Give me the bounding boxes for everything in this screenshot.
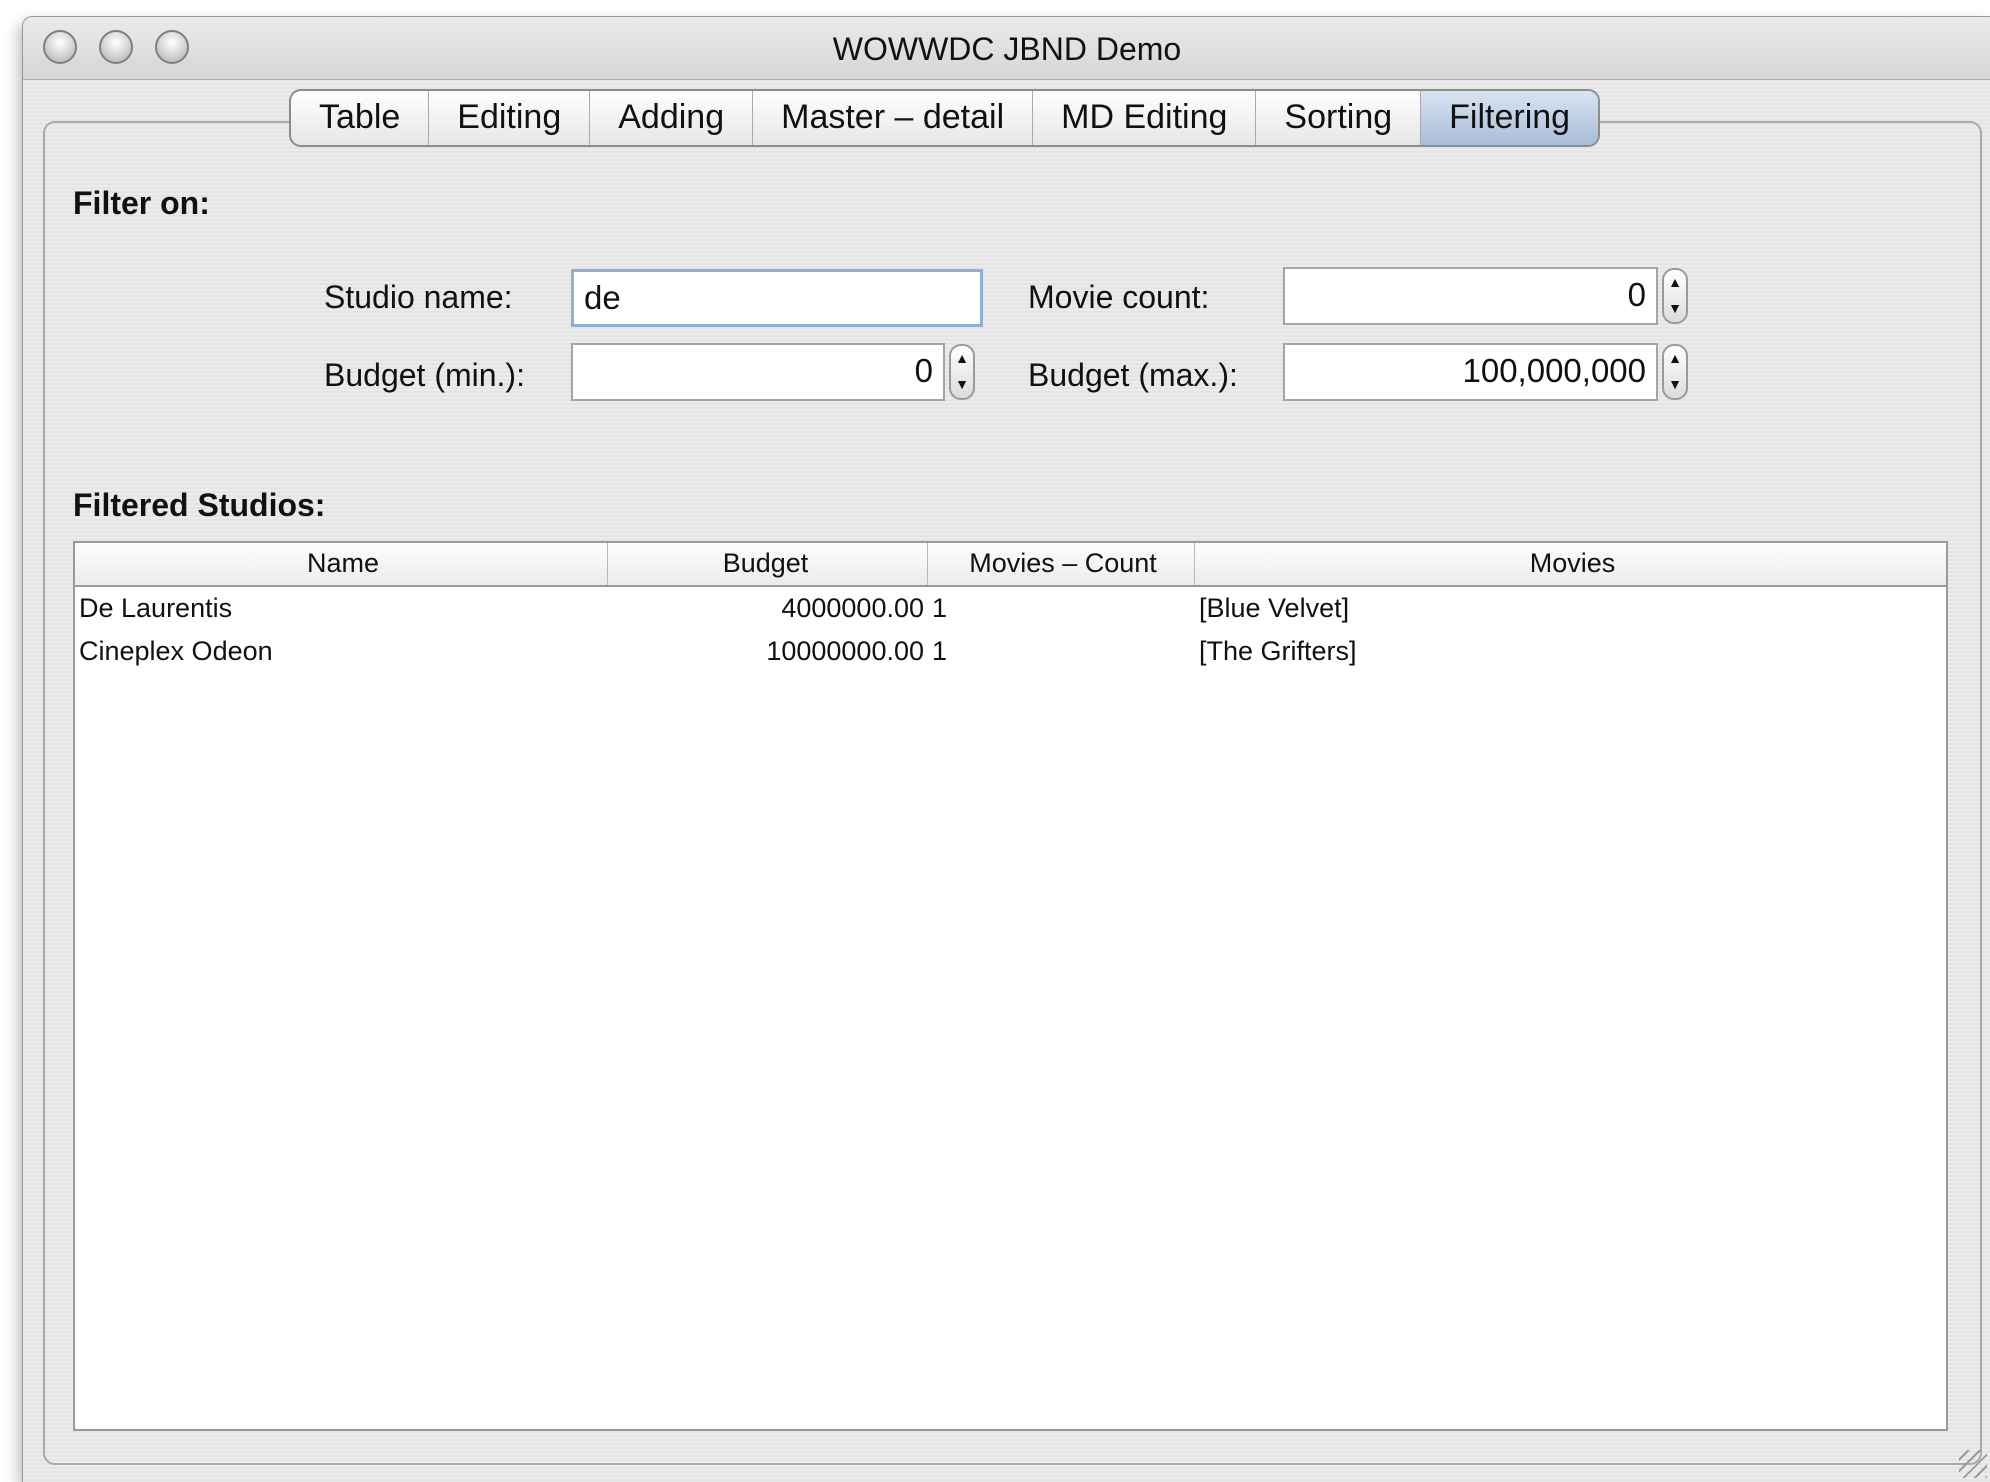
cell-movies: [The Grifters] (1199, 636, 1357, 666)
tab-editing[interactable]: Editing (429, 91, 591, 145)
tab-md-editing[interactable]: MD Editing (1033, 91, 1257, 145)
app-window: WOWWDC JBND Demo Table Editing Adding Ma… (22, 16, 1990, 1482)
tab-filtering[interactable]: Filtering (1421, 91, 1599, 145)
movie-count-label: Movie count: (1028, 279, 1210, 315)
budget-max-input[interactable]: 100,000,000 (1283, 343, 1658, 401)
table-header: Name Budget Movies – Count Movies (75, 543, 1946, 587)
column-header-movies[interactable]: Movies (1195, 543, 1946, 585)
tab-master-detail[interactable]: Master – detail (753, 91, 1034, 145)
tab-bar: Table Editing Adding Master – detail MD … (289, 89, 1601, 147)
stepper-up-icon[interactable]: ▲ (951, 346, 973, 372)
resize-grip-icon[interactable] (1959, 1450, 1987, 1478)
tab-table[interactable]: Table (291, 91, 430, 145)
results-heading: Filtered Studios: (73, 487, 326, 523)
studio-name-label: Studio name: (324, 279, 513, 315)
window-title: WOWWDC JBND Demo (832, 31, 1182, 67)
stepper-up-icon[interactable]: ▲ (1664, 346, 1686, 372)
studio-name-input[interactable]: de (571, 269, 983, 327)
cell-budget: 4000000.00 (781, 593, 924, 623)
tab-sorting[interactable]: Sorting (1256, 91, 1422, 145)
stepper-down-icon[interactable]: ▼ (1664, 372, 1686, 398)
cell-movies: [Blue Velvet] (1199, 593, 1350, 623)
title-bar: WOWWDC JBND Demo (23, 17, 1990, 80)
cell-name: De Laurentis (79, 593, 233, 623)
studios-table[interactable]: Name Budget Movies – Count Movies De Lau… (73, 541, 1948, 1431)
movie-count-input[interactable]: 0 (1283, 267, 1658, 325)
budget-min-label: Budget (min.): (324, 357, 525, 393)
budget-max-stepper[interactable]: ▲ ▼ (1662, 344, 1688, 400)
cell-movies-count: 1 (932, 636, 948, 666)
stepper-up-icon[interactable]: ▲ (1664, 270, 1686, 296)
movie-count-stepper[interactable]: ▲ ▼ (1662, 268, 1688, 324)
filter-heading: Filter on: (73, 185, 210, 221)
stepper-down-icon[interactable]: ▼ (951, 372, 973, 398)
cell-budget: 10000000.00 (766, 636, 924, 666)
cell-movies-count: 1 (932, 593, 948, 623)
budget-max-label: Budget (max.): (1028, 357, 1238, 393)
table-row[interactable]: Cineplex Odeon 10000000.00 1 [The Grifte… (75, 630, 1946, 673)
column-header-movies-count[interactable]: Movies – Count (928, 543, 1195, 585)
budget-min-input[interactable]: 0 (571, 343, 945, 401)
stepper-down-icon[interactable]: ▼ (1664, 296, 1686, 322)
cell-name: Cineplex Odeon (79, 636, 273, 666)
column-header-name[interactable]: Name (75, 543, 608, 585)
table-row[interactable]: De Laurentis 4000000.00 1 [Blue Velvet] (75, 587, 1946, 630)
budget-min-stepper[interactable]: ▲ ▼ (949, 344, 975, 400)
column-header-budget[interactable]: Budget (608, 543, 928, 585)
tab-adding[interactable]: Adding (590, 91, 754, 145)
